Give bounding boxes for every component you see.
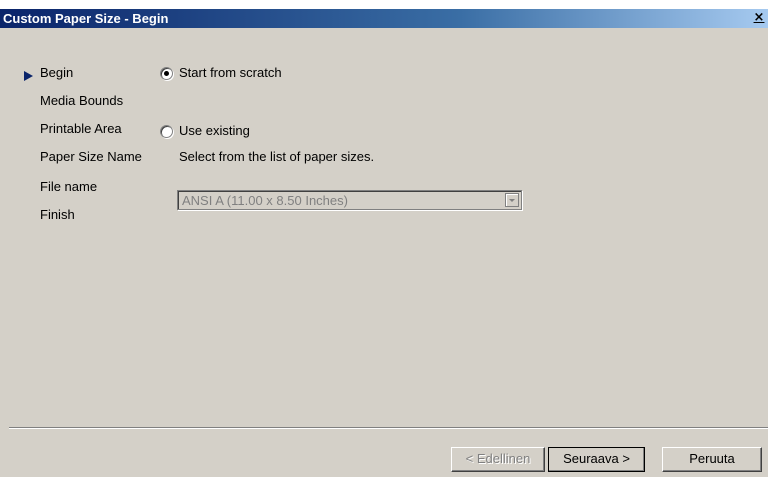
step-media-bounds: Media Bounds (40, 93, 124, 108)
close-icon[interactable]: × (752, 11, 766, 25)
use-existing-radio[interactable] (160, 125, 173, 138)
current-step-arrow-icon (24, 71, 33, 81)
button-area-divider (9, 427, 768, 429)
start-from-scratch-label[interactable]: Start from scratch (179, 65, 282, 80)
paper-size-dropdown[interactable]: ANSI A (11.00 x 8.50 Inches) (177, 190, 522, 210)
step-begin: Begin (40, 65, 74, 80)
paper-size-dropdown-value: ANSI A (11.00 x 8.50 Inches) (182, 193, 348, 208)
step-paper-size-name: Paper Size Name (40, 149, 142, 164)
step-finish: Finish (40, 207, 75, 222)
step-printable-area: Printable Area (40, 121, 122, 136)
paper-size-instruction: Select from the list of paper sizes. (179, 149, 375, 164)
step-file-name: File name (40, 179, 98, 194)
radio-selected-dot (164, 71, 169, 76)
custom-paper-size-dialog: Custom Paper Size - Begin × Begin Media … (0, 9, 768, 477)
start-from-scratch-radio[interactable] (160, 67, 173, 80)
back-button[interactable]: < Edellinen (451, 447, 545, 472)
window-title: Custom Paper Size - Begin (3, 11, 169, 26)
cancel-button[interactable]: Peruuta (662, 447, 762, 472)
title-bar[interactable]: Custom Paper Size - Begin × (0, 9, 768, 28)
next-button[interactable]: Seuraava > (548, 447, 645, 472)
dropdown-arrow-icon[interactable] (505, 193, 519, 207)
use-existing-label[interactable]: Use existing (179, 123, 250, 138)
